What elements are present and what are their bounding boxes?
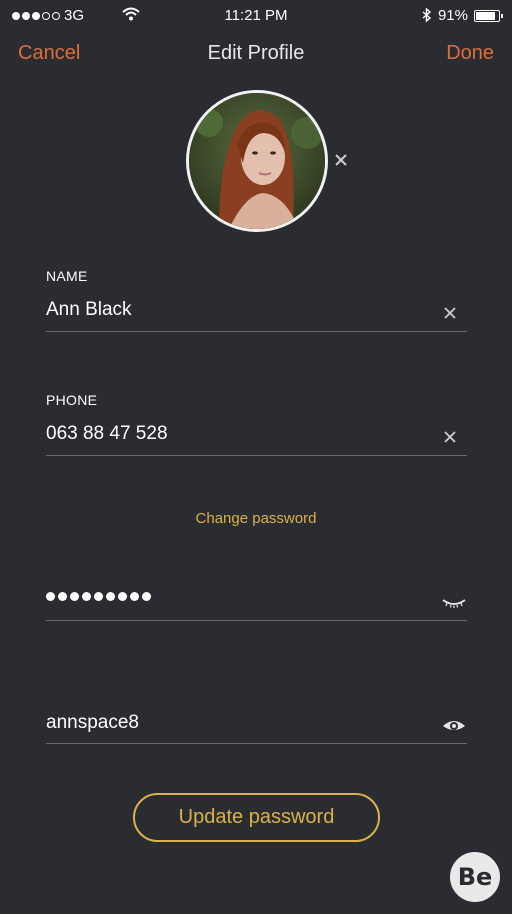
- password-dot: [70, 592, 79, 601]
- clear-name-icon[interactable]: [443, 306, 457, 320]
- password-dot: [94, 592, 103, 601]
- new-password-field[interactable]: annspace8: [46, 712, 426, 734]
- clear-phone-icon[interactable]: [443, 430, 457, 444]
- change-password-link[interactable]: Change password: [0, 510, 512, 527]
- name-field[interactable]: Ann Black: [46, 299, 426, 321]
- password-dot: [106, 592, 115, 601]
- eye-closed-icon[interactable]: [441, 598, 467, 608]
- name-label: NAME: [46, 268, 88, 284]
- name-underline: [46, 331, 467, 332]
- password-dot: [142, 592, 151, 601]
- done-button[interactable]: Done: [446, 42, 494, 65]
- behance-logo: Be: [450, 852, 500, 902]
- password-dot: [46, 592, 55, 601]
- current-password-field[interactable]: [46, 592, 151, 601]
- page-title: Edit Profile: [207, 42, 305, 64]
- phone-underline: [46, 455, 467, 456]
- update-password-button[interactable]: Update password: [133, 793, 380, 842]
- current-password-underline: [46, 620, 467, 621]
- password-dot: [130, 592, 139, 601]
- battery-icon: [474, 9, 503, 22]
- phone-field[interactable]: 063 88 47 528: [46, 423, 426, 445]
- new-password-underline: [46, 743, 467, 744]
- bluetooth-icon: [422, 8, 432, 23]
- password-dot: [82, 592, 91, 601]
- password-dot: [58, 592, 67, 601]
- eye-open-icon[interactable]: [441, 718, 467, 734]
- password-dot: [118, 592, 127, 601]
- battery-percent: 91%: [437, 7, 468, 24]
- status-bar: 3G 11:21 PM 91%: [0, 0, 512, 32]
- remove-photo-icon[interactable]: [333, 152, 349, 168]
- status-right: 91%: [422, 7, 503, 24]
- nav-bar: Cancel Edit Profile Done: [0, 38, 512, 72]
- battery-level: [476, 11, 495, 20]
- avatar[interactable]: [186, 90, 328, 232]
- phone-label: PHONE: [46, 392, 98, 408]
- user-photo-icon: [189, 93, 325, 229]
